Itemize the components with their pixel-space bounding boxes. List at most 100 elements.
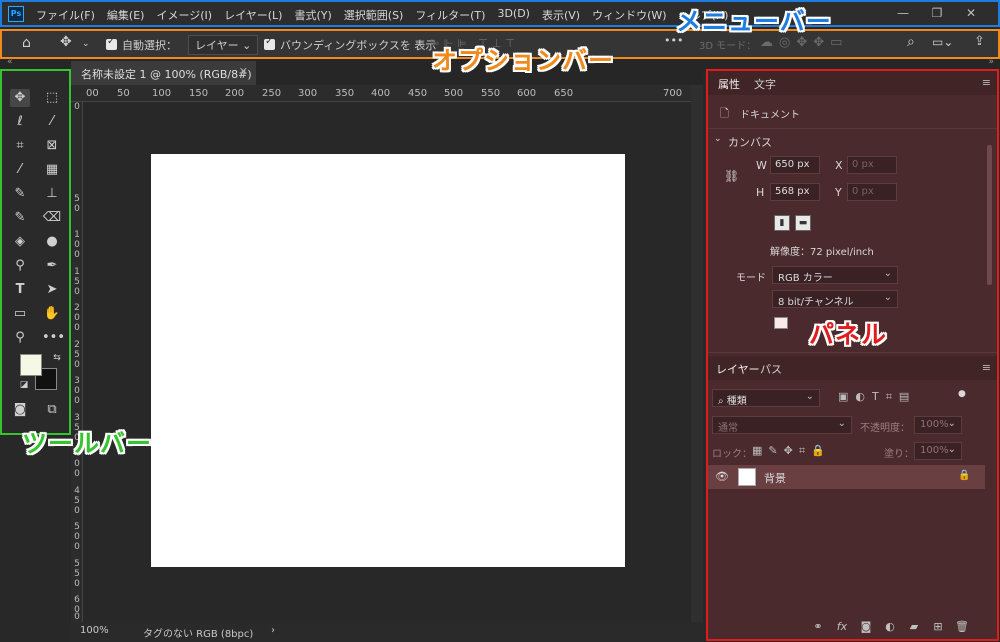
x-input[interactable]: 0 px [847, 156, 897, 174]
eyedropper-tool-icon[interactable]: ⁄ [10, 161, 30, 179]
maximize-icon[interactable]: ❐ [922, 4, 952, 22]
auto-select-option[interactable]: 自動選択： [106, 36, 177, 53]
fill-input[interactable]: 100% ⌄ [914, 442, 962, 460]
menu-type[interactable]: 書式(Y) [294, 7, 331, 23]
more-tools-icon[interactable]: ••• [42, 329, 65, 347]
stamp-tool-icon[interactable]: ⊥ [42, 185, 62, 203]
close-icon[interactable]: ✕ [956, 4, 986, 22]
history-brush-tool-icon[interactable]: ✎ [10, 209, 30, 227]
fx-icon[interactable]: fx [834, 620, 850, 633]
menu-edit[interactable]: 編集(E) [107, 7, 145, 23]
menu-filter[interactable]: フィルター(T) [415, 7, 485, 23]
properties-scrollbar[interactable] [985, 131, 993, 331]
background-color-chip[interactable] [774, 317, 788, 329]
move-tool-icon[interactable]: ✥ [10, 89, 30, 107]
layer-filter-select[interactable]: ⌕ 種類 ⌄ [712, 389, 820, 407]
new-group-icon[interactable]: ▰ [906, 620, 922, 633]
collapse-right-icon[interactable]: » [988, 57, 994, 67]
menu-image[interactable]: イメージ(I) [156, 7, 212, 23]
new-layer-icon[interactable]: ⊞ [930, 620, 946, 633]
ruler-label: 0 [74, 542, 80, 552]
landscape-icon[interactable]: ▬ [795, 215, 811, 231]
auto-select-checkbox[interactable] [106, 36, 117, 50]
share-icon[interactable]: ⇪ [974, 34, 985, 49]
screen-mode-icon[interactable]: ⧉ [42, 401, 62, 419]
tab-character[interactable]: 文字 [754, 76, 776, 92]
height-input[interactable]: 568 px [770, 183, 820, 201]
search-icon[interactable]: ⌕ [907, 34, 915, 50]
adjustment-layer-icon[interactable]: ◐ [882, 620, 898, 633]
menu-layer[interactable]: レイヤー(L) [224, 7, 282, 23]
menu-window[interactable]: ウィンドウ(W) [592, 7, 666, 23]
chevron-down-icon[interactable]: ⌄ [714, 134, 722, 144]
width-input[interactable]: 650 px [770, 156, 820, 174]
y-input[interactable]: 0 px [847, 183, 897, 201]
filter-toggle-icon[interactable]: ● [958, 389, 966, 399]
auto-select-dropdown[interactable]: レイヤー ⌄ [188, 35, 259, 55]
layer-name[interactable]: 背景 [764, 470, 786, 486]
foreground-color-swatch[interactable] [20, 354, 42, 376]
blur-tool-icon[interactable]: ● [42, 233, 62, 251]
document-tab[interactable]: 名称未設定 1 @ 100% (RGB/8#) ✕ [71, 61, 256, 85]
menu-3d[interactable]: 3D(D) [497, 7, 530, 23]
menu-view[interactable]: 表示(V) [542, 7, 580, 23]
link-layers-icon[interactable]: ⚭ [810, 620, 826, 633]
panel-menu-icon[interactable]: ≡ [982, 76, 991, 89]
vertical-scrollbar[interactable] [691, 85, 703, 622]
quick-mask-icon[interactable]: ◙ [10, 401, 30, 419]
default-colors-icon[interactable]: ◪ [14, 376, 34, 394]
menu-file[interactable]: ファイル(F) [36, 7, 95, 23]
link-icon[interactable]: ⛓ [724, 169, 739, 183]
status-zoom[interactable]: 100% [80, 625, 109, 636]
scroll-thumb[interactable] [987, 145, 992, 285]
layer-row[interactable]: 👁 背景 🔒 [708, 465, 985, 489]
portrait-icon[interactable]: ▮ [774, 215, 790, 231]
trash-icon[interactable]: 🗑 [954, 620, 970, 633]
status-arrow-icon[interactable]: › [271, 625, 275, 636]
paint-bucket-tool-icon[interactable]: ◈ [10, 233, 30, 251]
bit-depth-select[interactable]: 8 bit/チャンネル ⌄ [772, 290, 898, 308]
tab-paths[interactable]: パス [760, 361, 782, 377]
magic-wand-tool-icon[interactable]: ⁄ [42, 113, 62, 131]
dodge-tool-icon[interactable]: ⚲ [10, 257, 30, 275]
menu-select[interactable]: 選択範囲(S) [344, 7, 404, 23]
tab-properties[interactable]: 属性 [718, 76, 740, 92]
tab-close-icon[interactable]: ✕ [239, 65, 248, 78]
color-mode-select[interactable]: RGB カラー ⌄ [772, 266, 898, 284]
patch-tool-icon[interactable]: ▦ [42, 161, 62, 179]
bounding-box-option[interactable]: バウンディングボックスを 表示 [264, 36, 436, 53]
eraser-tool-icon[interactable]: ⌫ [42, 209, 62, 227]
rectangle-tool-icon[interactable]: ▭ [10, 305, 30, 323]
crop-tool-icon[interactable]: ⌗ [10, 137, 30, 155]
canvas-section-title[interactable]: カンバス [728, 134, 772, 150]
lock-icon[interactable]: 🔒 [958, 470, 970, 481]
collapse-left-icon[interactable]: « [7, 57, 13, 67]
home-icon[interactable]: ⌂ [22, 35, 31, 51]
type-tool-icon[interactable]: T [10, 281, 30, 299]
lock-icons[interactable]: ▦✎✥⌗🔒 [752, 444, 831, 458]
document-canvas[interactable] [151, 154, 625, 567]
path-selection-tool-icon[interactable]: ➤ [42, 281, 62, 299]
hand-tool-icon[interactable]: ✋ [42, 305, 62, 323]
frame-tool-icon[interactable]: ⊠ [42, 137, 62, 155]
layer-filter-icons[interactable]: ▣◐T⌗▤ [838, 390, 916, 404]
lasso-tool-icon[interactable]: ℓ [10, 113, 30, 131]
add-mask-icon[interactable]: ◙ [858, 620, 874, 633]
workspace-icon[interactable]: ▭⌄ [932, 35, 953, 49]
swap-colors-icon[interactable]: ⇆ [47, 349, 67, 367]
app-logo[interactable]: Ps [8, 6, 24, 22]
tab-layers[interactable]: レイヤー [716, 361, 760, 377]
panel-menu-icon[interactable]: ≡ [982, 361, 991, 374]
eye-icon[interactable]: 👁 [715, 470, 729, 483]
bounding-box-checkbox[interactable] [264, 36, 275, 50]
brush-tool-icon[interactable]: ✎ [10, 185, 30, 203]
minimize-icon[interactable]: — [888, 4, 918, 22]
pen-tool-icon[interactable]: ✒ [42, 257, 62, 275]
opacity-input[interactable]: 100% ⌄ [914, 416, 962, 434]
marquee-tool-icon[interactable]: ⬚ [42, 89, 62, 107]
canvas-area[interactable] [83, 102, 691, 622]
zoom-tool-icon[interactable]: ⚲ [10, 329, 30, 347]
blend-mode-select[interactable]: 通常 ⌄ [712, 416, 852, 434]
chevron-down-icon[interactable]: ⌄ [82, 39, 90, 49]
move-tool-preset-icon[interactable]: ✥ [60, 34, 72, 50]
